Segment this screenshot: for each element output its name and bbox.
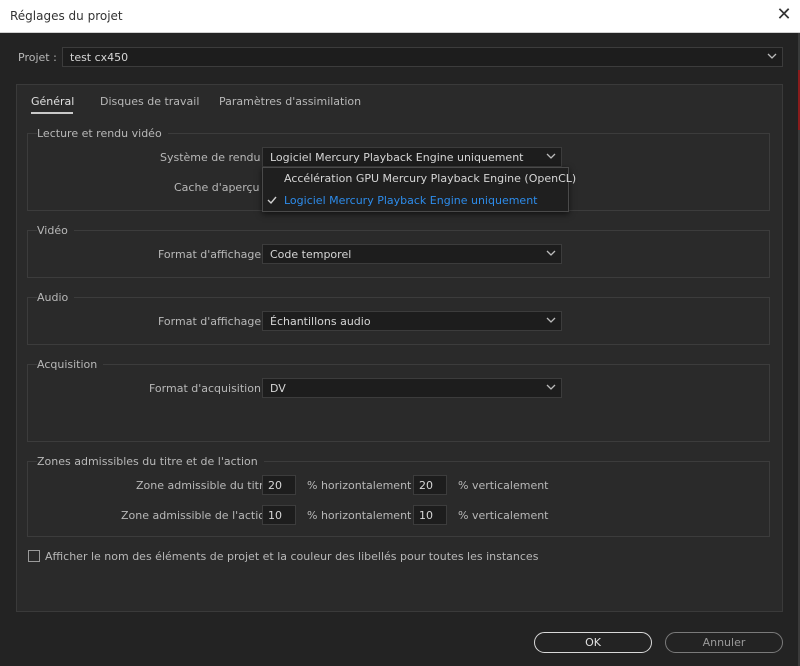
close-icon[interactable]: ✕ — [771, 2, 797, 28]
window-title: Réglages du projet — [10, 9, 123, 23]
action-safe-horizontal-input[interactable]: 10 — [262, 505, 296, 525]
action-safe-label: Zone admissible de l'action — [121, 509, 273, 522]
action-safe-vertical-value: 10 — [419, 509, 433, 522]
renderer-select[interactable]: Logiciel Mercury Playback Engine uniquem… — [262, 147, 562, 167]
chevron-down-icon — [546, 149, 556, 163]
project-select[interactable]: test cx450 — [62, 47, 783, 67]
capture-format-label: Format d'acquisition : — [149, 382, 269, 395]
title-safe-horizontal-unit: % horizontalement — [307, 479, 412, 492]
chevron-down-icon — [546, 313, 556, 327]
preview-cache-label: Cache d'aperçu : — [174, 181, 267, 194]
audio-format-select[interactable]: Échantillons audio — [262, 311, 562, 331]
renderer-label: Système de rendu : — [160, 151, 268, 164]
chevron-down-icon — [546, 246, 556, 260]
ok-button[interactable]: OK — [534, 632, 652, 653]
project-select-value: test cx450 — [70, 51, 129, 64]
renderer-select-value: Logiciel Mercury Playback Engine uniquem… — [270, 151, 524, 164]
title-safe-vertical-value: 20 — [419, 479, 433, 492]
renderer-dropdown-menu: Accélération GPU Mercury Playback Engine… — [262, 167, 576, 212]
menu-item-software-only[interactable]: Logiciel Mercury Playback Engine uniquem… — [284, 194, 537, 207]
active-tab-indicator — [31, 112, 73, 114]
audio-format-value: Échantillons audio — [270, 315, 371, 328]
tab-ingest-settings[interactable]: Paramètres d'assimilation — [219, 95, 361, 108]
audio-group-title: Audio — [37, 291, 75, 304]
video-format-value: Code temporel — [270, 248, 352, 261]
video-format-label: Format d'affichage : — [158, 248, 269, 261]
show-labels-checkbox[interactable] — [28, 550, 40, 562]
capture-group — [27, 364, 770, 442]
title-safe-vertical-unit: % verticalement — [458, 479, 549, 492]
title-safe-label: Zone admissible du titre — [136, 479, 270, 492]
capture-group-title: Acquisition — [37, 358, 104, 371]
tab-scratch-disks[interactable]: Disques de travail — [100, 95, 199, 108]
project-label: Projet : — [18, 51, 57, 64]
menu-item-gpu-opencl[interactable]: Accélération GPU Mercury Playback Engine… — [284, 172, 576, 185]
chevron-down-icon — [546, 380, 556, 394]
show-labels-checkbox-label[interactable]: Afficher le nom des éléments de projet e… — [45, 550, 538, 563]
checkmark-icon — [266, 194, 278, 206]
cancel-button[interactable]: Annuler — [665, 632, 783, 653]
action-safe-horizontal-value: 10 — [268, 509, 282, 522]
title-safe-vertical-input[interactable]: 20 — [413, 475, 447, 495]
action-safe-vertical-input[interactable]: 10 — [413, 505, 447, 525]
action-safe-vertical-unit: % verticalement — [458, 509, 549, 522]
playback-group-title: Lecture et rendu vidéo — [37, 127, 168, 140]
action-safe-horizontal-unit: % horizontalement — [307, 509, 412, 522]
safe-zones-group — [27, 461, 770, 537]
safe-zones-group-title: Zones admissibles du titre et de l'actio… — [37, 455, 264, 468]
capture-format-select[interactable]: DV — [262, 378, 562, 398]
video-group-title: Vidéo — [37, 224, 74, 237]
title-safe-horizontal-value: 20 — [268, 479, 282, 492]
capture-format-value: DV — [270, 382, 286, 395]
chevron-down-icon — [767, 49, 777, 63]
audio-format-label: Format d'affichage : — [158, 315, 269, 328]
video-format-select[interactable]: Code temporel — [262, 244, 562, 264]
title-safe-horizontal-input[interactable]: 20 — [262, 475, 296, 495]
tab-general[interactable]: Général — [31, 95, 74, 108]
